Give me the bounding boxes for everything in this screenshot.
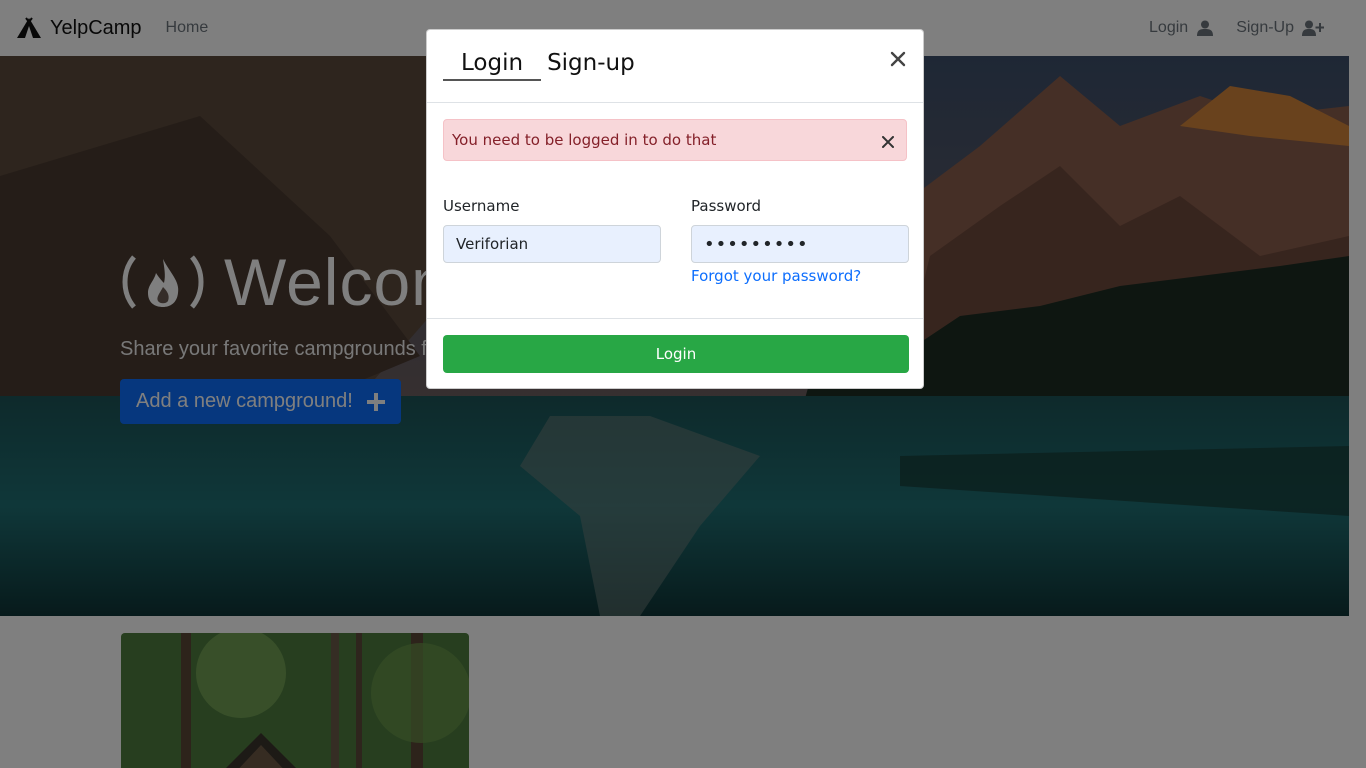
password-label: Password <box>691 197 762 215</box>
close-icon[interactable] <box>882 136 894 148</box>
username-field[interactable] <box>443 225 661 263</box>
modal-tabs: Login Sign-up <box>443 50 653 81</box>
modal-footer: Login <box>427 319 923 389</box>
password-field[interactable] <box>691 225 909 263</box>
tab-login[interactable]: Login <box>443 50 542 81</box>
login-form: Username Password Forgot your password? <box>443 197 909 285</box>
modal-body: You need to be logged in to do that User… <box>427 103 923 319</box>
password-group: Password Forgot your password? <box>691 197 909 285</box>
close-icon[interactable] <box>889 50 907 68</box>
forgot-password-link[interactable]: Forgot your password? <box>691 267 909 285</box>
tab-signup[interactable]: Sign-up <box>547 50 653 81</box>
login-button[interactable]: Login <box>443 335 909 373</box>
alert-message: You need to be logged in to do that <box>452 131 717 149</box>
error-alert: You need to be logged in to do that <box>443 119 907 161</box>
auth-modal: Login Sign-up You need to be logged in t… <box>426 29 924 389</box>
username-label: Username <box>443 197 520 215</box>
modal-header: Login Sign-up <box>427 30 923 103</box>
username-group: Username <box>443 197 661 285</box>
